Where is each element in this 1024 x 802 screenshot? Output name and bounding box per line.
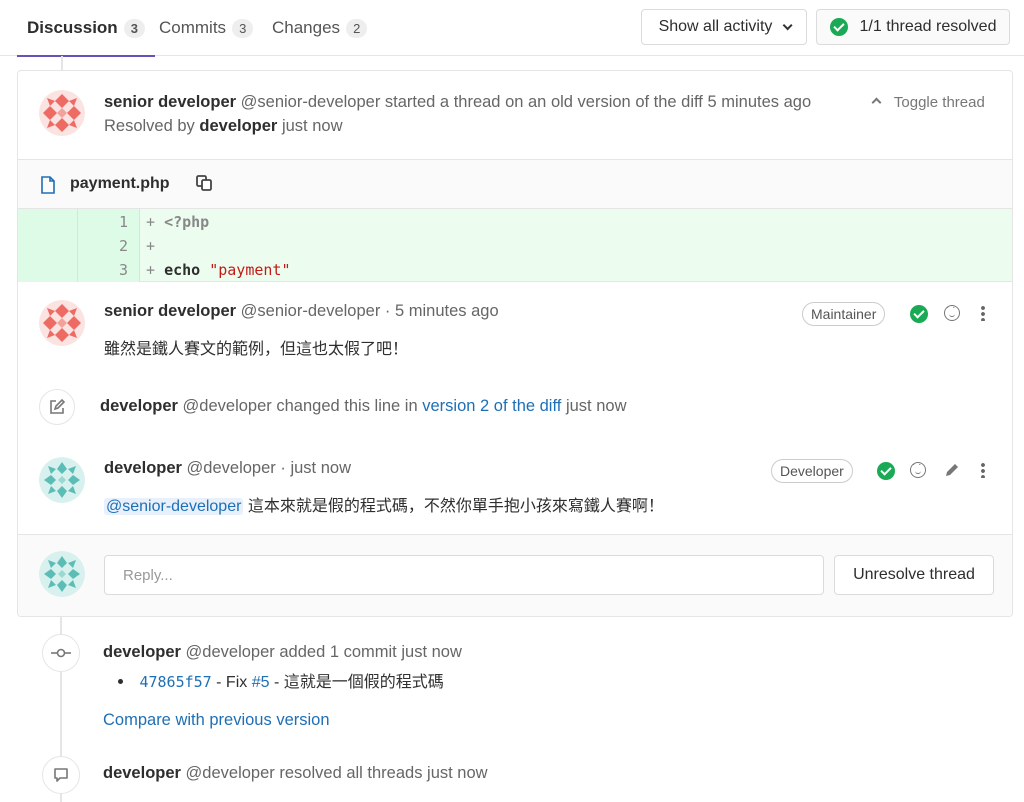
more-actions-icon[interactable] (981, 462, 985, 478)
tab-changes[interactable]: Changes 2 (272, 0, 368, 56)
tab-label: Changes (272, 18, 341, 37)
copy-icon[interactable] (195, 174, 213, 192)
pencil-icon[interactable] (944, 462, 960, 478)
diff-version-link[interactable]: version 2 of the diff (422, 397, 561, 415)
line-code: + <?php (146, 213, 210, 231)
mr-tabs: Discussion 3 Commits 3 Changes 2 Show al… (0, 0, 1024, 57)
author-name[interactable]: developer (103, 643, 181, 661)
avatar-senior-developer[interactable] (39, 300, 85, 346)
timeline-connector (61, 56, 63, 70)
comment-header: senior developer @senior-developer · 5 m… (104, 302, 499, 321)
tab-count: 3 (232, 18, 254, 38)
tab-count: 3 (123, 18, 145, 38)
resolved-threads-label: 1/1 thread resolved (859, 18, 997, 35)
thread-header-line: senior developer @senior-developer start… (104, 93, 811, 112)
resolved-note-action: resolved all threads just now (279, 764, 488, 782)
commit-note-header: developer @developer added 1 commit just… (103, 643, 462, 662)
resolved-by-line: Resolved by developer just now (104, 117, 342, 136)
compare-version-link[interactable]: Compare with previous version (103, 711, 330, 730)
avatar-senior-developer[interactable] (39, 90, 85, 136)
role-badge: Maintainer (802, 302, 886, 326)
chevron-down-icon (783, 19, 793, 30)
author-name[interactable]: developer (103, 764, 181, 782)
tab-label: Discussion (27, 18, 118, 37)
line-number[interactable]: 1 (78, 213, 128, 231)
diff-line: 2 + (18, 237, 1012, 261)
line-code: + echo "payment" (146, 261, 291, 279)
tab-count: 2 (346, 18, 368, 38)
author-name[interactable]: senior developer (104, 93, 236, 111)
author-handle[interactable]: @senior-developer (241, 302, 381, 320)
system-note-icon (39, 389, 75, 425)
author-handle[interactable]: @senior-developer (241, 93, 381, 111)
line-number[interactable]: 2 (78, 237, 128, 255)
commit-message-suffix: - 這就是一個假的程式碼 (273, 674, 444, 691)
resolved-note: developer @developer resolved all thread… (103, 764, 488, 783)
comment-time[interactable]: · just now (280, 459, 351, 477)
author-handle[interactable]: @developer (186, 643, 275, 661)
author-handle[interactable]: @developer (187, 459, 276, 477)
author-name[interactable]: developer (104, 459, 182, 477)
issue-link[interactable]: #5 (252, 674, 270, 691)
emoji-reaction-icon[interactable] (910, 459, 926, 478)
toggle-thread-label: Toggle thread (893, 94, 985, 111)
discussion-thread: senior developer @senior-developer start… (17, 70, 1013, 617)
resolve-check-icon[interactable] (877, 462, 895, 480)
author-handle[interactable]: @developer (183, 397, 272, 415)
resolved-time: just now (281, 117, 343, 135)
author-name[interactable]: developer (100, 397, 178, 415)
diff-lines: 1 + <?php 2 + 3 + echo "payment" (18, 209, 1012, 285)
comment-body: @senior-developer 這本來就是假的程式碼，不然你單手抱小孩來寫鐵… (104, 492, 664, 516)
commit-message-prefix: - Fix (216, 674, 248, 691)
activity-filter-dropdown[interactable]: Show all activity (641, 9, 807, 45)
author-handle[interactable]: @developer (186, 764, 275, 782)
comment-text: 這本來就是假的程式碼，不然你單手抱小孩來寫鐵人賽啊！ (247, 498, 664, 515)
resolver-name[interactable]: developer (199, 117, 277, 135)
emoji-reaction-icon[interactable] (944, 302, 960, 321)
diff-line: 3 + echo "payment" (18, 261, 1012, 285)
reply-input[interactable]: Reply... (104, 555, 824, 595)
role-badge: Developer (771, 459, 853, 483)
resolved-prefix: Resolved by (104, 117, 195, 135)
comment-header: developer @developer · just now (104, 459, 351, 478)
comment-time[interactable]: · 5 minutes ago (385, 302, 499, 320)
file-name[interactable]: payment.php (70, 175, 170, 193)
tab-label: Commits (159, 18, 227, 37)
chevron-up-icon (871, 97, 882, 108)
resolve-check-icon[interactable] (910, 305, 928, 323)
commit-note-action: added 1 commit just now (279, 643, 462, 661)
line-code: + (146, 237, 156, 255)
user-mention[interactable]: @senior-developer (104, 498, 244, 515)
diff-file-header: payment.php (18, 159, 1012, 209)
toggle-thread-button[interactable]: Toggle thread (871, 94, 985, 111)
note-time: just now (565, 397, 627, 415)
system-note: developer @developer changed this line i… (100, 397, 626, 416)
tab-discussion[interactable]: Discussion 3 (17, 0, 155, 57)
file-icon (40, 176, 56, 194)
commit-icon (42, 634, 80, 672)
commit-sha-link[interactable]: 47865f57 (139, 673, 211, 691)
resolved-threads-button[interactable]: 1/1 thread resolved (816, 9, 1010, 45)
edit-square-icon (50, 398, 66, 414)
avatar-developer[interactable] (39, 457, 85, 503)
note-action: changed this line in (276, 397, 418, 415)
thread-time: 5 minutes ago (707, 93, 812, 111)
check-circle-icon (829, 18, 848, 36)
commit-list-item: 47865f57 - Fix #5 - 這就是一個假的程式碼 (118, 668, 444, 692)
more-actions-icon[interactable] (981, 305, 985, 321)
reply-area: Reply... Unresolve thread (18, 534, 1012, 616)
tab-commits[interactable]: Commits 3 (159, 0, 254, 56)
comment-bubble-icon (42, 756, 80, 794)
bullet (118, 679, 123, 684)
comment-body: 雖然是鐵人賽文的範例，但這也太假了吧！ (104, 341, 409, 358)
unresolve-thread-button[interactable]: Unresolve thread (834, 555, 994, 595)
line-number[interactable]: 3 (78, 261, 128, 279)
thread-action: started a thread on an old version of th… (384, 93, 703, 111)
avatar-current-user[interactable] (39, 551, 85, 597)
author-name[interactable]: senior developer (104, 302, 236, 320)
activity-filter-label: Show all activity (658, 18, 773, 35)
diff-line: 1 + <?php (18, 213, 1012, 237)
